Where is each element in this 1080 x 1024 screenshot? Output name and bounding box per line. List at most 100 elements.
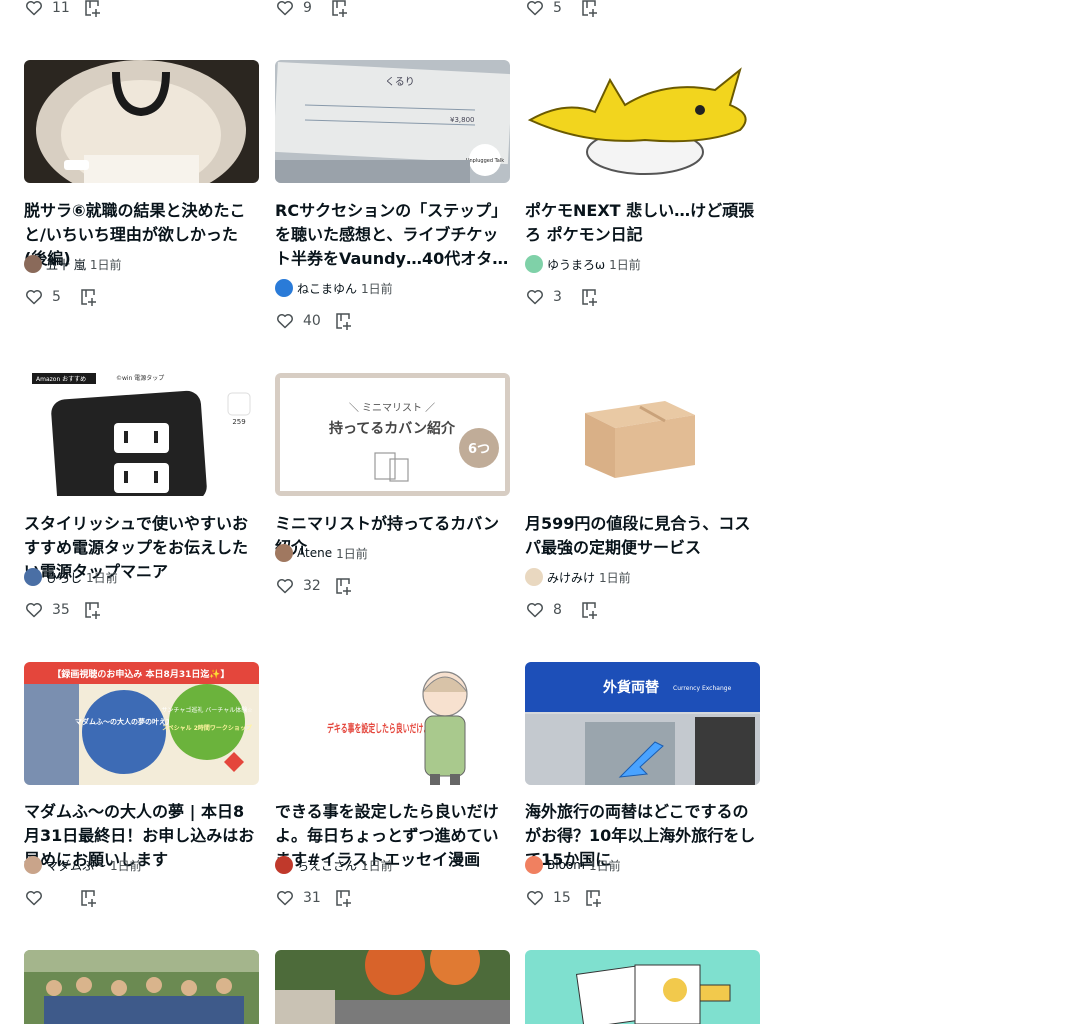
capsule-hotel-image	[24, 60, 259, 183]
like-button[interactable]	[24, 888, 66, 908]
save-to-magazine-button[interactable]	[334, 311, 354, 331]
save-to-magazine-button[interactable]	[330, 0, 350, 18]
card-actions: 31	[275, 888, 354, 908]
card-thumbnail[interactable]	[24, 60, 259, 183]
avatar[interactable]	[275, 856, 293, 874]
ticket-price: ¥3,800	[450, 116, 475, 124]
banner-title: マダムふ〜の大人の夢の叶え方	[75, 717, 173, 726]
like-button[interactable]: 40	[275, 311, 321, 331]
power-strip-image: Amazon おすすめ ©win 電源タップ 259	[24, 373, 259, 496]
post-time: 1日前	[86, 570, 118, 585]
card-thumbnail[interactable]	[525, 950, 760, 1024]
card-author: Atene 1日前	[275, 544, 368, 562]
banner-subtitle: サンチャゴ巡礼 バーチャル体験☆	[161, 706, 252, 714]
card-thumbnail[interactable]	[24, 950, 259, 1024]
card-thumbnail[interactable]: 外貨両替 Currency Exchange	[525, 662, 760, 785]
author-name[interactable]: ちえこさん	[297, 857, 357, 874]
like-button[interactable]: 9	[275, 0, 317, 18]
author-name[interactable]: Bloom	[547, 858, 585, 872]
card-thumbnail[interactable]: デキる事を設定したら良いだけよ。	[275, 662, 510, 785]
like-count: 11	[52, 0, 70, 16]
like-button[interactable]: 32	[275, 576, 321, 596]
bag-count-badge: 6つ	[468, 442, 490, 457]
card-author: 五十 嵐 1日前	[24, 255, 121, 273]
post-time: 1日前	[609, 257, 641, 272]
like-button[interactable]: 3	[525, 287, 567, 307]
magazine-add-icon	[586, 890, 601, 907]
save-to-magazine-button[interactable]	[580, 287, 600, 307]
save-to-magazine-button[interactable]	[580, 600, 600, 620]
like-button[interactable]: 8	[525, 600, 567, 620]
like-button[interactable]: 15	[525, 888, 571, 908]
author-name[interactable]: ゆうまろω	[547, 256, 605, 273]
heart-outline-icon	[26, 290, 42, 305]
author-name[interactable]: ひろし	[46, 569, 82, 586]
like-button[interactable]: 35	[24, 600, 70, 620]
magazine-add-icon	[332, 0, 347, 17]
magazine-add-icon	[582, 0, 597, 17]
author-name[interactable]: ねこまゆん	[297, 280, 357, 297]
save-to-magazine-button[interactable]	[79, 888, 99, 908]
card-title[interactable]: 月599円の値段に見合う、コスパ最強の定期便サービス	[525, 512, 760, 560]
amazon-badge: Amazon おすすめ	[36, 376, 86, 383]
like-button[interactable]: 5	[525, 0, 567, 18]
bag-intro-image: ＼ ミニマリスト ／ 持ってるカバン紹介 6つ	[275, 373, 510, 496]
save-to-magazine-button[interactable]	[580, 0, 600, 18]
avatar[interactable]	[24, 255, 42, 273]
save-to-magazine-button[interactable]	[334, 576, 354, 596]
author-name[interactable]: Atene	[297, 546, 332, 560]
card-actions: 11	[24, 0, 103, 18]
post-time: 1日前	[110, 858, 142, 873]
card-thumbnail[interactable]: くるり ¥3,800 Unplugged Talk	[275, 60, 510, 183]
card-thumbnail[interactable]	[275, 950, 510, 1024]
author-name[interactable]: マダムふ〜	[46, 857, 106, 874]
bag-small-text: ＼ ミニマリスト ／	[349, 402, 435, 414]
avatar[interactable]	[275, 279, 293, 297]
heart-outline-icon	[26, 603, 42, 618]
heart-outline-icon	[277, 579, 293, 594]
save-to-magazine-button[interactable]	[334, 888, 354, 908]
heart-outline-icon	[26, 891, 42, 906]
card-thumbnail[interactable]: Amazon おすすめ ©win 電源タップ 259	[24, 373, 259, 496]
like-count: 5	[553, 0, 562, 16]
like-button[interactable]: 11	[24, 0, 70, 18]
avatar[interactable]	[24, 856, 42, 874]
exchange-sign-en: Currency Exchange	[673, 685, 732, 692]
heart-outline-icon	[277, 891, 293, 906]
card-thumbnail[interactable]	[525, 373, 760, 496]
card-title[interactable]: ポケモNEXT 悲しい…けど頑張ろ ポケモン日記	[525, 199, 760, 247]
like-count: 9	[303, 0, 312, 16]
save-to-magazine-button[interactable]	[83, 600, 103, 620]
card-author: ねこまゆん 1日前	[275, 279, 393, 297]
post-time: 1日前	[361, 281, 393, 296]
magazine-add-icon	[582, 289, 597, 306]
bag-main-text: 持ってるカバン紹介	[329, 420, 456, 437]
card-thumbnail[interactable]	[525, 60, 760, 183]
card-author: ひろし 1日前	[24, 568, 118, 586]
heart-outline-icon	[527, 891, 543, 906]
avatar[interactable]	[525, 568, 543, 586]
magazine-add-icon	[85, 602, 100, 619]
avatar[interactable]	[24, 568, 42, 586]
heart-outline-icon	[277, 314, 293, 329]
ticket-main-text: くるり	[385, 76, 415, 88]
save-to-magazine-button[interactable]	[79, 287, 99, 307]
exchange-sign: 外貨両替	[603, 679, 660, 696]
magazine-add-icon	[81, 890, 96, 907]
like-button[interactable]: 5	[24, 287, 66, 307]
card-thumbnail[interactable]: 【録画視聴のお申込み 本日8月31日迄✨】 マダムふ〜の大人の夢の叶え方 サンチ…	[24, 662, 259, 785]
save-to-magazine-button[interactable]	[584, 888, 604, 908]
like-count: 31	[303, 890, 321, 906]
avatar[interactable]	[525, 255, 543, 273]
save-to-magazine-button[interactable]	[83, 0, 103, 18]
card-thumbnail[interactable]: ＼ ミニマリスト ／ 持ってるカバン紹介 6つ	[275, 373, 510, 496]
avatar[interactable]	[275, 544, 293, 562]
avatar[interactable]	[525, 856, 543, 874]
like-button[interactable]: 31	[275, 888, 321, 908]
author-name[interactable]: みけみけ	[547, 569, 595, 586]
budget-illustration	[525, 950, 760, 1024]
card-actions: 3	[525, 287, 600, 307]
author-name[interactable]: 五十 嵐	[46, 256, 86, 273]
banner-header: 【録画視聴のお申込み 本日8月31日迄✨】	[52, 668, 229, 680]
card-title[interactable]: RCサクセションの「ステップ」を聴いた感想と、ライブチケット半券をVaundy……	[275, 199, 510, 271]
